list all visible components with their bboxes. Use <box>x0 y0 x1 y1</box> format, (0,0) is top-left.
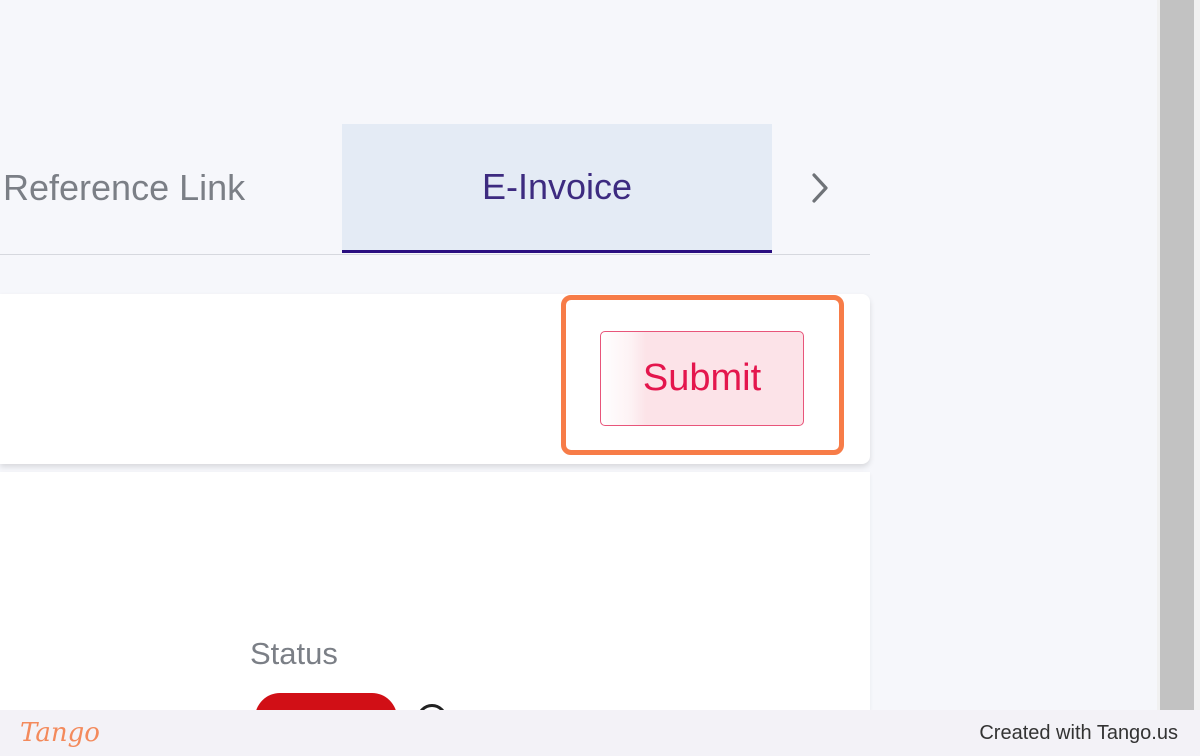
tango-logo[interactable]: Tango <box>20 718 100 748</box>
footer-credit[interactable]: Created with Tango.us <box>979 722 1178 745</box>
tab-scroll-next-button[interactable] <box>798 164 842 212</box>
status-badge <box>255 693 397 710</box>
status-label: Status <box>250 636 338 671</box>
tab-label: Reference Link <box>3 167 246 208</box>
tab-e-invoice[interactable]: E-Invoice <box>342 124 772 253</box>
tab-label: E-Invoice <box>481 166 633 207</box>
chevron-right-icon <box>812 173 828 203</box>
tab-bar: Reference Link E-Invoice <box>0 124 870 255</box>
footer: Tango Created with Tango.us <box>0 710 1200 756</box>
focus-highlight <box>561 295 844 455</box>
scrollbar-thumb[interactable] <box>1160 0 1194 710</box>
details-card: Status <box>0 472 870 710</box>
tab-reference-link[interactable]: Reference Link <box>0 124 270 252</box>
